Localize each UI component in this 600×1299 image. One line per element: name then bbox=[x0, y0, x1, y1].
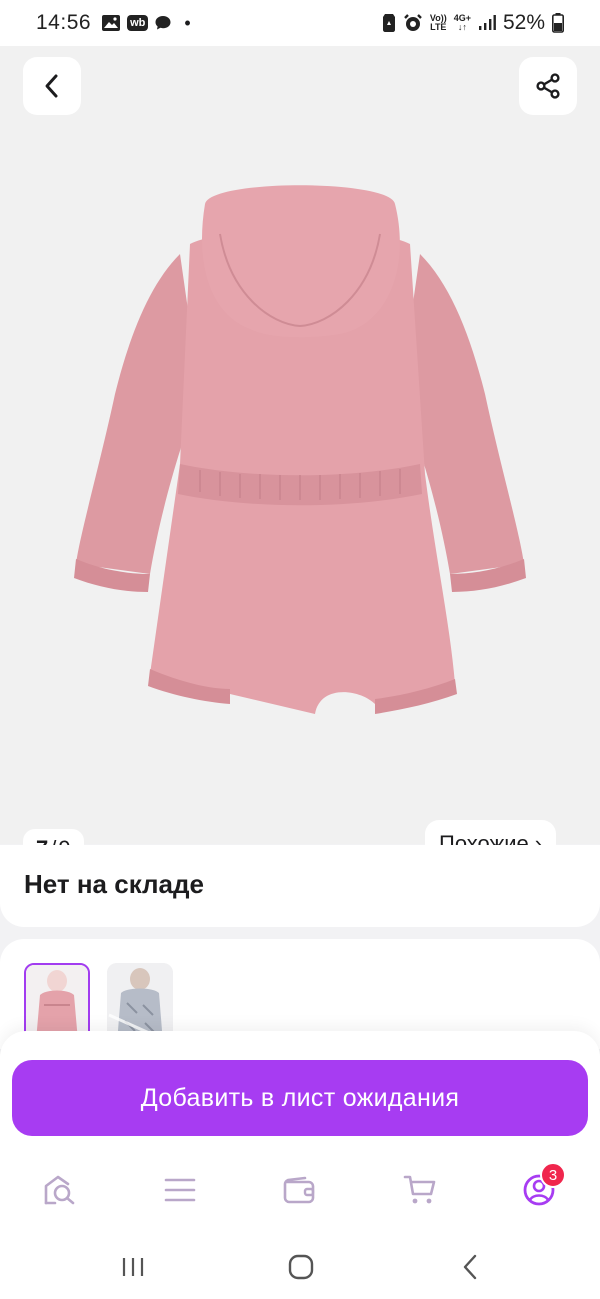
nav-wallet[interactable] bbox=[280, 1170, 320, 1210]
cart-icon bbox=[403, 1175, 436, 1204]
wb-icon: wb bbox=[127, 15, 149, 31]
stock-card: Нет на складе bbox=[0, 845, 600, 927]
variant-pink-image bbox=[26, 965, 88, 1041]
home-search-icon bbox=[44, 1175, 75, 1205]
back-arrow-icon bbox=[463, 1254, 477, 1280]
status-time: 14:56 bbox=[36, 11, 92, 34]
system-home-button[interactable] bbox=[283, 1252, 319, 1282]
status-notification-icons: wb • bbox=[101, 13, 191, 34]
recent-apps-icon bbox=[122, 1258, 144, 1276]
add-to-waitlist-button[interactable]: Добавить в лист ожидания bbox=[12, 1060, 588, 1136]
battery-icon bbox=[552, 13, 564, 33]
nav-cart[interactable] bbox=[400, 1170, 440, 1210]
system-back-button[interactable] bbox=[452, 1252, 488, 1282]
nav-home[interactable] bbox=[40, 1170, 80, 1210]
network-indicator: 4G+ ↓↑ bbox=[453, 13, 471, 32]
share-icon bbox=[536, 73, 560, 99]
product-gallery[interactable]: 7 / 9 Похожие › bbox=[0, 46, 600, 869]
nav-catalog[interactable] bbox=[160, 1170, 200, 1210]
gallery-icon bbox=[101, 14, 121, 32]
back-button[interactable] bbox=[23, 57, 81, 115]
chevron-left-icon bbox=[45, 74, 58, 98]
profile-badge: 3 bbox=[540, 1162, 566, 1188]
wallet-icon bbox=[283, 1176, 315, 1204]
status-dot: • bbox=[184, 12, 191, 33]
menu-icon bbox=[164, 1178, 196, 1202]
status-bar: 14:56 wb • Vo)) LTE 4G+ ↓↑ 52% bbox=[0, 0, 600, 46]
recent-apps-button[interactable] bbox=[115, 1252, 151, 1282]
stock-status: Нет на складе bbox=[24, 869, 204, 899]
status-right: Vo)) LTE 4G+ ↓↑ 52% bbox=[382, 11, 564, 35]
alarm-icon bbox=[403, 13, 423, 33]
battery-percent: 52% bbox=[502, 11, 545, 34]
signal-icon bbox=[478, 15, 496, 31]
chat-icon bbox=[154, 14, 172, 32]
volte-indicator: Vo)) LTE bbox=[429, 13, 447, 32]
share-button[interactable] bbox=[519, 57, 577, 115]
system-navigation-bar bbox=[0, 1236, 600, 1299]
vpn-icon bbox=[382, 13, 396, 33]
home-circle-icon bbox=[288, 1254, 314, 1280]
product-image bbox=[74, 185, 526, 714]
